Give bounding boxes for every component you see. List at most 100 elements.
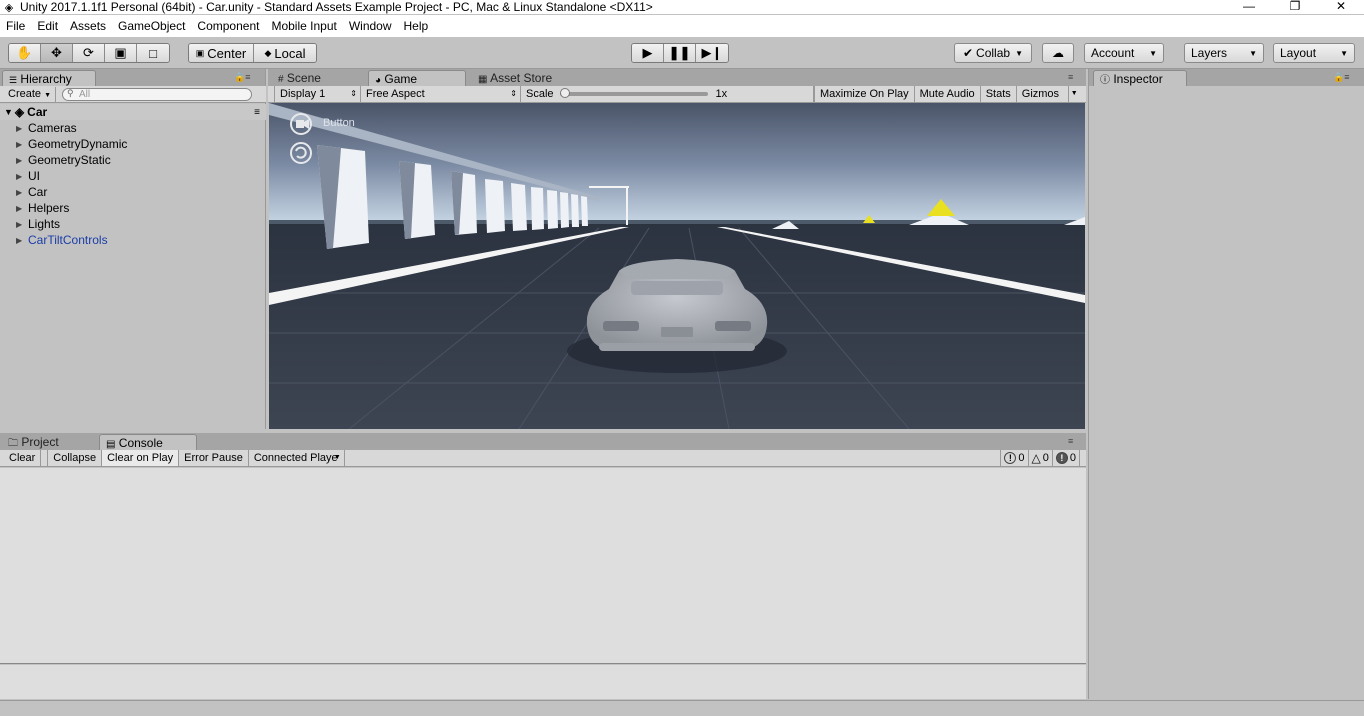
console-icon: ▤ [106,439,116,450]
menu-gameobject[interactable]: GameObject [112,15,191,37]
scene-menu-icon[interactable]: ≡ [254,107,260,118]
scene-row[interactable]: ▼ ◈ Car ≡ [0,104,266,120]
tab-hierarchy[interactable]: ☰ Hierarchy [2,70,96,86]
maximize-on-play-toggle[interactable]: Maximize On Play [814,86,915,102]
collapsed-arrow-icon[interactable]: ▶ [16,172,28,181]
info-count: 0 [1018,452,1025,464]
collapsed-arrow-icon[interactable]: ▶ [16,124,28,133]
scale-slider[interactable] [559,88,708,98]
console-panel: 🗀 Project ▤ Console ≡ Clear Collapse Cle… [0,433,1086,699]
panel-menu-icon[interactable]: ≡ [1068,436,1073,446]
clear-on-play-toggle[interactable]: Clear on Play [102,450,180,466]
game-view[interactable]: Button [269,103,1085,429]
pivot-center-button[interactable]: ▣ Center [189,44,254,62]
info-icon: ! [1004,452,1017,464]
scale-tool-icon[interactable]: ▣ [105,44,137,62]
hierarchy-item-helpers[interactable]: ▶ Helpers [0,200,266,216]
tab-scene-label: Scene [286,71,321,85]
error-count-toggle[interactable]: ! 0 [1051,450,1080,466]
menu-help[interactable]: Help [398,15,435,37]
rotate-tool-icon[interactable]: ⟳ [73,44,105,62]
pivot-toggles: ▣ Center ◆ Local [188,43,317,63]
collapsed-arrow-icon[interactable]: ▶ [16,220,28,229]
stats-label: Stats [985,88,1011,100]
console-log-list[interactable] [0,468,1086,664]
cloud-button[interactable]: ☁ [1042,43,1074,63]
overlay-button-label[interactable]: Button [323,117,355,129]
menu-mobile-input[interactable]: Mobile Input [265,15,342,37]
hierarchy-item-cartiltcontrols[interactable]: ▶ CarTiltControls [0,232,266,248]
collapsed-arrow-icon[interactable]: ▶ [16,156,28,165]
scale-slider-thumb[interactable] [559,88,570,98]
scale-value: 1x [715,88,728,100]
reset-icon[interactable] [289,141,313,165]
collapsed-arrow-icon[interactable]: ▶ [16,236,28,245]
restore-icon[interactable]: ❐ [1272,0,1318,14]
tab-console[interactable]: ▤ Console [99,434,197,450]
hierarchy-search-input[interactable]: All [62,88,252,101]
rect-tool-icon[interactable]: □ [137,44,169,62]
console-counts: ! 0 △ 0 ! 0 [1000,450,1080,466]
console-toolbar: Clear Collapse Clear on Play Error Pause… [0,450,1086,467]
pivot-local-button[interactable]: ◆ Local [254,44,316,62]
tab-asset-store[interactable]: ▦ Asset Store [472,70,572,86]
play-button[interactable]: ▶ [632,44,664,62]
menu-file[interactable]: File [0,15,31,37]
camera-switch-icon[interactable] [289,112,313,136]
collapse-toggle[interactable]: Collapse [47,450,103,466]
warning-count-toggle[interactable]: △ 0 [1027,450,1052,466]
mute-audio-toggle[interactable]: Mute Audio [915,86,981,102]
lock-icon[interactable]: 🔒≡ [234,72,250,83]
error-pause-label: Error Pause [184,452,243,464]
local-icon: ◆ [264,47,272,58]
info-count-toggle[interactable]: ! 0 [1000,450,1027,466]
gizmos-dropdown[interactable]: Gizmos [1017,86,1069,102]
pause-button[interactable]: ❚❚ [664,44,696,62]
move-tool-icon[interactable]: ✥ [41,44,73,62]
pillar [547,190,558,229]
stats-toggle[interactable]: Stats [981,86,1017,102]
expand-arrow-icon[interactable]: ▼ [4,107,13,117]
clear-button[interactable]: Clear [4,450,42,466]
center-icon: ▣ [195,47,205,58]
menu-assets[interactable]: Assets [64,15,112,37]
menu-window[interactable]: Window [343,15,398,37]
lock-icon[interactable]: 🔒≡ [1333,72,1349,83]
panel-menu-icon[interactable]: ≡ [1068,72,1073,82]
account-dropdown[interactable]: Account ▼ [1084,43,1164,63]
collab-button[interactable]: ✔ Collab ▼ [954,43,1032,63]
collapsed-arrow-icon[interactable]: ▶ [16,204,28,213]
chevron-down-icon: ▼ [1340,48,1348,58]
game-render [269,103,1085,429]
tab-game-label: Game [384,72,418,86]
layout-dropdown[interactable]: Layout ▼ [1273,43,1355,63]
display-dropdown[interactable]: Display 1 ⇕ [274,86,361,102]
gizmos-chevron-icon[interactable]: ▼ [1069,86,1080,102]
layers-dropdown[interactable]: Layers ▼ [1184,43,1264,63]
create-button[interactable]: Create ▼ [4,87,57,102]
aspect-dropdown[interactable]: Free Aspect ⇕ [361,86,521,102]
tab-game[interactable]: ◕ Game [368,70,466,86]
pillar [581,196,588,226]
minimize-icon[interactable]: — [1226,0,1272,14]
menu-component[interactable]: Component [191,15,265,37]
error-pause-toggle[interactable]: Error Pause [179,450,249,466]
item-label: GeometryStatic [28,153,111,167]
close-icon[interactable]: ✕ [1318,0,1364,14]
hierarchy-item-geometrystatic[interactable]: ▶ GeometryStatic [0,152,266,168]
collapsed-arrow-icon[interactable]: ▶ [16,140,28,149]
step-button[interactable]: ▶❙ [696,44,728,62]
hierarchy-item-ui[interactable]: ▶ UI [0,168,266,184]
tab-project[interactable]: 🗀 Project [2,434,96,450]
hierarchy-item-car[interactable]: ▶ Car [0,184,266,200]
connected-player-dropdown[interactable]: Connected Playe ▼ [249,450,345,466]
tab-inspector[interactable]: ⓘ Inspector [1093,70,1187,86]
console-detail-area[interactable] [0,665,1086,699]
hierarchy-item-cameras[interactable]: ▶ Cameras [0,120,266,136]
tab-scene[interactable]: # Scene [272,70,362,86]
collapsed-arrow-icon[interactable]: ▶ [16,188,28,197]
hierarchy-item-geometrydynamic[interactable]: ▶ GeometryDynamic [0,136,266,152]
hierarchy-item-lights[interactable]: ▶ Lights [0,216,266,232]
menu-edit[interactable]: Edit [31,15,64,37]
hand-tool-icon[interactable]: ✋ [9,44,41,62]
